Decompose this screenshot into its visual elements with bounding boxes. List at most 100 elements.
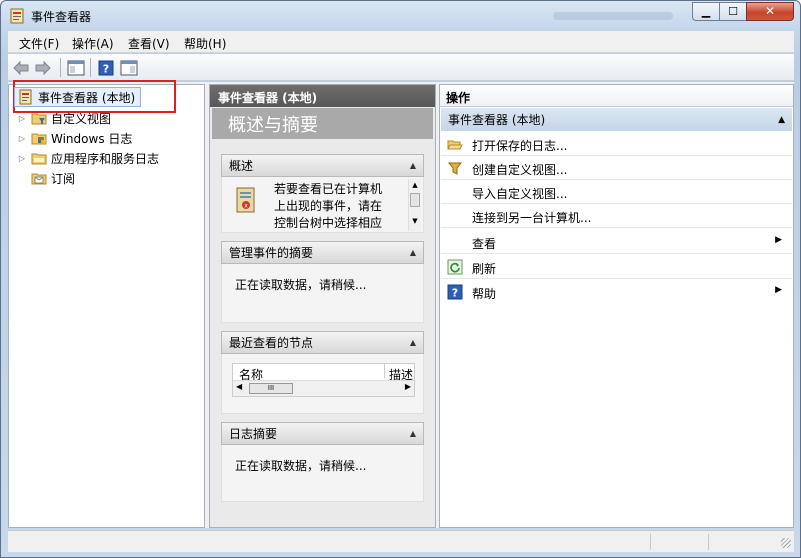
tree-item-label: Windows 日志: [51, 131, 133, 146]
action-import-custom-view[interactable]: 导入自定义视图...: [441, 180, 792, 204]
log-summary-body: 正在读取数据，请稍候...: [221, 445, 424, 502]
minimize-button[interactable]: ▁: [692, 2, 720, 21]
collapse-icon[interactable]: ▲: [410, 248, 416, 257]
action-label: 查看: [472, 237, 497, 251]
toolbar-separator: [90, 58, 91, 77]
scroll-up-icon[interactable]: ▲: [409, 179, 421, 191]
scroll-down-icon[interactable]: ▼: [409, 215, 421, 227]
tree-item-windows-logs[interactable]: ▷ Windows 日志: [17, 129, 132, 147]
title-blurred-area: [553, 12, 673, 20]
actions-group-header[interactable]: 事件查看器 (本地) ▲: [441, 108, 792, 131]
minimize-icon: ▁: [701, 5, 711, 18]
section-title: 日志摘要: [229, 427, 278, 441]
summary-banner: 概述与摘要: [212, 108, 433, 139]
tree-item-label: 应用程序和服务日志: [51, 151, 160, 166]
log-summary-section: 日志摘要 ▲ 正在读取数据，请稍候...: [221, 422, 424, 502]
loading-text: 正在读取数据，请稍候...: [235, 459, 367, 473]
maximize-icon: ☐: [728, 5, 738, 18]
status-segment: [650, 534, 651, 550]
action-label: 导入自定义视图...: [472, 187, 568, 201]
expand-icon[interactable]: ▷: [17, 114, 27, 123]
expand-icon[interactable]: ▷: [17, 154, 27, 163]
menu-bar: 文件(F) 操作(A) 查看(V) 帮助(H): [8, 31, 794, 53]
submenu-arrow-icon: ▶: [775, 285, 782, 295]
svg-text:x: x: [244, 203, 248, 210]
admin-summary-section: 管理事件的摘要 ▲ 正在读取数据，请稍候...: [221, 241, 424, 323]
back-arrow-icon: [13, 60, 29, 75]
collapse-icon[interactable]: ▲: [410, 338, 416, 347]
section-title: 最近查看的节点: [229, 336, 314, 350]
submenu-arrow-icon: ▶: [775, 235, 782, 245]
action-label: 创建自定义视图...: [472, 163, 568, 177]
action-connect-computer[interactable]: 连接到另一台计算机...: [441, 204, 792, 228]
tree-item-subscriptions[interactable]: 订阅: [31, 169, 75, 187]
summary-pane: 事件查看器 (本地) 概述与摘要 概述 ▲ x 若要查看已在计算机 上出现的事件…: [209, 84, 436, 528]
console-tree[interactable]: 事件查看器 (本地) ▷ 自定义视图 ▷ Windows 日志 ▷ 应用程序和服…: [8, 80, 205, 528]
action-open-saved-log[interactable]: 打开保存的日志...: [441, 132, 792, 156]
menu-view[interactable]: 查看(V): [128, 35, 170, 52]
filter-icon: [447, 162, 463, 175]
back-button[interactable]: [11, 58, 31, 77]
help-icon: ?: [98, 60, 114, 75]
close-button[interactable]: ✕: [746, 2, 794, 21]
actions-header: 操作: [440, 85, 793, 107]
collapse-icon[interactable]: ▲: [778, 115, 785, 125]
tree-root-label: 事件查看器 (本地): [38, 90, 136, 105]
section-title: 概述: [229, 159, 254, 173]
show-hide-action-pane-button[interactable]: [119, 58, 139, 77]
summary-pane-header: 事件查看器 (本地): [210, 85, 435, 107]
tree-item-custom-views[interactable]: ▷ 自定义视图: [17, 109, 111, 127]
svg-text:?: ?: [452, 287, 458, 300]
tree-item-app-service-logs[interactable]: ▷ 应用程序和服务日志: [17, 149, 159, 167]
actions-pane: 操作 事件查看器 (本地) ▲ 打开保存的日志... 创建自定义视图... 导入…: [439, 84, 794, 528]
collapse-icon[interactable]: ▲: [410, 429, 416, 438]
overview-section: 概述 ▲ x 若要查看已在计算机 上出现的事件，请在 控制台树中选择相应 ▲ ▼: [221, 154, 424, 233]
action-refresh[interactable]: 刷新: [441, 255, 792, 279]
column-divider[interactable]: [384, 364, 385, 378]
menu-file[interactable]: 文件(F): [19, 35, 59, 52]
overview-section-header[interactable]: 概述 ▲: [221, 154, 424, 177]
overview-scrollbar[interactable]: ▲ ▼: [408, 179, 421, 231]
admin-summary-header[interactable]: 管理事件的摘要 ▲: [221, 241, 424, 264]
action-create-custom-view[interactable]: 创建自定义视图...: [441, 156, 792, 180]
forward-arrow-icon: [35, 60, 51, 75]
tree-root-event-viewer[interactable]: 事件查看器 (本地): [14, 87, 141, 107]
event-viewer-icon: [19, 89, 32, 105]
overview-line: 若要查看已在计算机: [274, 182, 383, 196]
show-hide-tree-button[interactable]: [66, 58, 86, 77]
toolbar-separator: [60, 58, 61, 77]
scroll-thumb[interactable]: III: [249, 383, 293, 394]
action-view[interactable]: 查看 ▶: [441, 230, 792, 254]
status-segment: [708, 534, 709, 550]
svg-text:?: ?: [103, 62, 109, 75]
section-title: 管理事件的摘要: [229, 246, 314, 260]
recent-nodes-header[interactable]: 最近查看的节点 ▲: [221, 331, 424, 354]
action-label: 打开保存的日志...: [472, 139, 568, 153]
folder-filter-icon: [31, 113, 47, 125]
expand-icon[interactable]: ▷: [17, 134, 27, 143]
recent-nodes-table[interactable]: 名称 描述 ◀ III ▶: [232, 363, 415, 397]
tree-item-label: 自定义视图: [51, 111, 112, 126]
action-label: 连接到另一台计算机...: [472, 211, 592, 225]
title-bar[interactable]: 事件查看器 ▁ ☐ ✕: [1, 1, 800, 31]
tree-item-label: 订阅: [51, 171, 76, 186]
horizontal-scrollbar[interactable]: ◀ III ▶: [233, 380, 414, 396]
help-icon: ?: [447, 284, 463, 300]
collapse-icon[interactable]: ▲: [410, 161, 416, 170]
scroll-right-icon[interactable]: ▶: [405, 382, 411, 391]
maximize-button[interactable]: ☐: [719, 2, 747, 21]
refresh-icon: [447, 259, 463, 275]
resize-grip-icon[interactable]: [781, 538, 791, 548]
recent-nodes-body: 名称 描述 ◀ III ▶: [221, 354, 424, 414]
help-button[interactable]: ?: [96, 58, 116, 77]
scroll-left-icon[interactable]: ◀: [236, 382, 242, 391]
menu-action[interactable]: 操作(A): [72, 35, 114, 52]
client-area: 事件查看器 (本地) ▷ 自定义视图 ▷ Windows 日志 ▷ 应用程序和服…: [8, 80, 794, 528]
log-summary-header[interactable]: 日志摘要 ▲: [221, 422, 424, 445]
action-help[interactable]: ? 帮助 ▶: [441, 280, 792, 304]
forward-button[interactable]: [33, 58, 53, 77]
toolbar: ?: [8, 54, 794, 81]
menu-help[interactable]: 帮助(H): [184, 35, 226, 52]
scroll-thumb[interactable]: [410, 193, 420, 207]
overview-body: x 若要查看已在计算机 上出现的事件，请在 控制台树中选择相应 ▲ ▼: [221, 177, 424, 233]
